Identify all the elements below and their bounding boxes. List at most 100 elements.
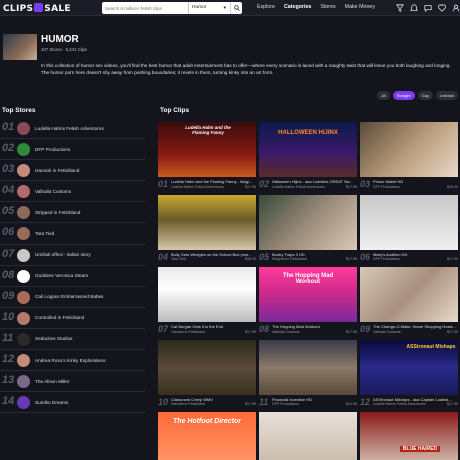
clip-thumbnail[interactable]: [360, 267, 458, 322]
clip-thumbnail[interactable]: [158, 194, 256, 250]
store-row[interactable]: 13 The Alison Miller: [0, 371, 145, 393]
clip-store[interactable]: Ludella Hahns Fetish Adventures: [272, 185, 325, 189]
clip-card[interactable]: 11 Financial Incentive HD DFP Productions $…: [259, 339, 357, 409]
clip-card[interactable]: 07 Cat Burglar Gets it in the End Hannah i…: [158, 267, 256, 336]
clip-card[interactable]: 05 Booby Traps 3 HD Stripped in Fetishland…: [259, 194, 357, 264]
clip-title[interactable]: The Hopping Mad Workout: [272, 324, 357, 329]
clip-card[interactable]: 14: [259, 412, 357, 460]
clip-store[interactable]: DFP Productions: [373, 185, 400, 189]
clip-title[interactable]: ASStronaut Mishaps - aka Captain Ludella…: [373, 397, 458, 402]
store-row[interactable]: 06 Tara Tied: [0, 223, 145, 245]
clip-thumbnail[interactable]: [360, 194, 458, 250]
clip-thumbnail[interactable]: The Hopping Mad Workout: [259, 267, 357, 322]
clip-title[interactable]: Classroom Creep WMV: [171, 397, 256, 402]
store-row[interactable]: 12 Andrea Rosu's Kinky Explorations: [0, 350, 145, 372]
clip-thumbnail[interactable]: Ludella Hahn and the Flaming Fanny: [158, 122, 256, 177]
clip-title[interactable]: Booby Traps 3 HD: [272, 252, 357, 257]
store-rank: 14: [2, 395, 15, 408]
store-avatar: [17, 290, 30, 304]
clip-card[interactable]: 03 Prison Wallet HD DFP Productions $16.99: [360, 122, 458, 191]
search-button[interactable]: [230, 2, 242, 14]
clip-store[interactable]: Stripped in Fetishland: [272, 257, 307, 261]
nav-make-money[interactable]: Make Money: [345, 4, 375, 10]
site-logo[interactable]: CLIPS SALE: [3, 3, 71, 14]
filter-all[interactable]: All: [377, 91, 390, 100]
store-row[interactable]: 05 Stripped in Fetishland: [0, 202, 145, 224]
store-name: Cali Logans Embarrassed Babes: [35, 294, 104, 300]
chat-icon[interactable]: [424, 4, 432, 12]
search-category-dropdown[interactable]: Humor ▾: [188, 2, 230, 14]
store-avatar: [17, 269, 30, 283]
store-row[interactable]: 11 Seductive Studios: [0, 329, 145, 351]
store-avatar: [17, 206, 30, 220]
clip-title[interactable]: Ludella Hahn and the Flaming Fanny - Mag…: [171, 179, 256, 184]
store-row[interactable]: 07 Umiliati offesi - italian story: [0, 245, 145, 266]
store-rank: 05: [2, 205, 15, 218]
store-row[interactable]: 10 Controlled in Fetishland: [0, 308, 145, 329]
clip-thumbnail[interactable]: HALLOWEEN HIJINX: [259, 122, 357, 177]
store-avatar: [17, 248, 30, 262]
filter-lesbian[interactable]: Lesbian: [435, 91, 458, 100]
filter-icon[interactable]: [396, 4, 404, 12]
clip-title[interactable]: Bully Gets Wedgies on the School Bus (wm…: [171, 252, 256, 257]
clip-title[interactable]: The Change-O-Matic: Home Shopping Hosts.…: [373, 324, 458, 329]
clip-card[interactable]: HALLOWEEN HIJINX 02 Halloween Hijinx - aka…: [259, 122, 357, 191]
clip-store[interactable]: DFP Productions: [373, 257, 400, 261]
clip-card[interactable]: 09 The Change-O-Matic: Home Shopping Host…: [360, 267, 458, 336]
clip-card[interactable]: 10 Classroom Creep WMV Hannah in Fetishlan…: [158, 339, 256, 409]
clip-store[interactable]: Ludella Hahns Fetish Adventures: [373, 402, 426, 406]
clip-thumbnail[interactable]: [360, 122, 458, 177]
search-input[interactable]: [105, 3, 187, 13]
store-row[interactable]: 08 Goddess Veronica Steam: [0, 266, 145, 287]
clip-store[interactable]: Hannah in Fetishland: [171, 330, 205, 334]
nav-categories[interactable]: Categories: [284, 4, 311, 10]
clip-store[interactable]: Valhalla Customs: [272, 330, 300, 334]
clip-store[interactable]: DFP Productions: [272, 402, 299, 406]
clip-card[interactable]: Ludella Hahn and the Flaming Fanny 01 Lude…: [158, 122, 256, 191]
heart-icon[interactable]: [438, 4, 446, 12]
store-rank: 12: [2, 353, 15, 366]
user-icon[interactable]: [452, 4, 460, 12]
clip-thumbnail[interactable]: [259, 412, 357, 460]
store-row[interactable]: 03 Hannah in Fetishland: [0, 160, 145, 182]
page-title: HUMOR: [41, 34, 79, 45]
store-avatar: [17, 143, 30, 157]
notification-bell-icon[interactable]: [410, 4, 418, 12]
filter-straight[interactable]: Straight: [392, 91, 415, 100]
clip-card[interactable]: The Hotfoot Director13: [158, 412, 256, 460]
store-row[interactable]: 09 Cali Logans Embarrassed Babes: [0, 287, 145, 308]
clip-thumbnail[interactable]: ASStronaut Mishaps: [360, 339, 458, 395]
clip-thumbnail[interactable]: The Hotfoot Director: [158, 412, 256, 460]
clip-thumbnail[interactable]: [158, 267, 256, 322]
clip-thumbnail[interactable]: [259, 339, 357, 395]
store-row[interactable]: 04 Valhalla Customs: [0, 181, 145, 203]
clip-store[interactable]: Tara Tied: [171, 257, 186, 261]
clip-thumbnail[interactable]: [259, 194, 357, 250]
store-row[interactable]: 14 Sumiko Dreams: [0, 392, 145, 414]
clip-price: $17.99: [447, 402, 458, 406]
clip-card[interactable]: The Hopping Mad Workout 08 The Hopping Mad…: [259, 267, 357, 336]
store-name: Goddess Veronica Steam: [35, 273, 89, 279]
clip-title[interactable]: Misty's Audition HD: [373, 252, 458, 257]
nav-explore[interactable]: Explore: [257, 4, 275, 10]
clip-title[interactable]: Cat Burglar Gets it in the End: [171, 324, 256, 329]
clip-card[interactable]: ASStronaut Mishaps 12 ASStronaut Mishaps -…: [360, 339, 458, 409]
clip-thumbnail[interactable]: [158, 339, 256, 395]
clip-title[interactable]: Financial Incentive HD: [272, 397, 357, 402]
clip-price: $14.99: [346, 402, 357, 406]
clip-price: $17.99: [346, 257, 357, 261]
clip-card[interactable]: 04 Bully Gets Wedgies on the School Bus (…: [158, 194, 256, 264]
clip-store[interactable]: Hannah in Fetishland: [171, 402, 205, 406]
clip-thumbnail[interactable]: BLUE HAIRED: [360, 412, 458, 460]
nav-stores[interactable]: Stores: [320, 4, 335, 10]
store-row[interactable]: 01 Ludella Hahns Fetish Adventures: [0, 118, 145, 140]
clip-card[interactable]: BLUE HAIRED15: [360, 412, 458, 460]
clip-store[interactable]: Ludella Hahns Fetish Adventures: [171, 185, 224, 189]
clip-title[interactable]: Halloween Hijinx - aka Ludella's GREAT S…: [272, 179, 357, 184]
clip-card[interactable]: 06 Misty's Audition HD DFP Productions $17.…: [360, 194, 458, 264]
clip-title[interactable]: Prison Wallet HD: [373, 179, 458, 184]
clip-store[interactable]: Valhalla Customs: [373, 330, 401, 334]
store-row[interactable]: 02 DFP Productions: [0, 139, 145, 161]
filter-gay[interactable]: Gay: [417, 91, 433, 100]
store-avatar: [17, 396, 30, 410]
